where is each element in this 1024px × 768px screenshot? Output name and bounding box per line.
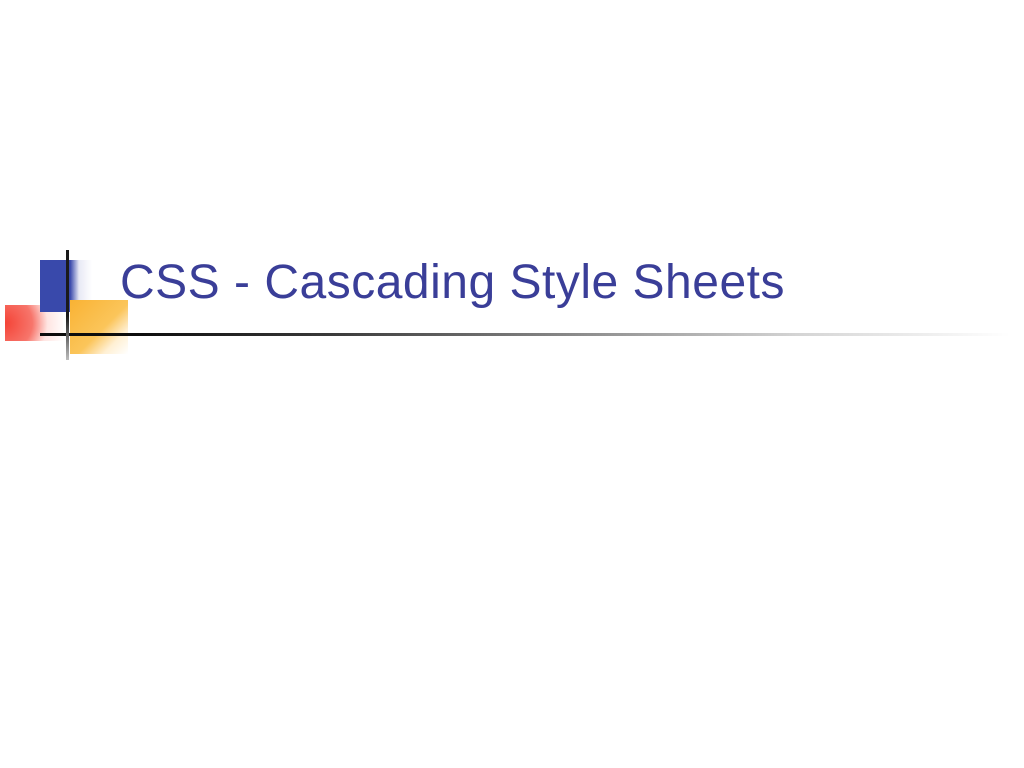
slide: CSS - Cascading Style Sheets xyxy=(0,0,1024,768)
deco-horizontal-line xyxy=(40,333,1010,336)
slide-title: CSS - Cascading Style Sheets xyxy=(120,255,785,310)
deco-vertical-line xyxy=(66,250,69,360)
